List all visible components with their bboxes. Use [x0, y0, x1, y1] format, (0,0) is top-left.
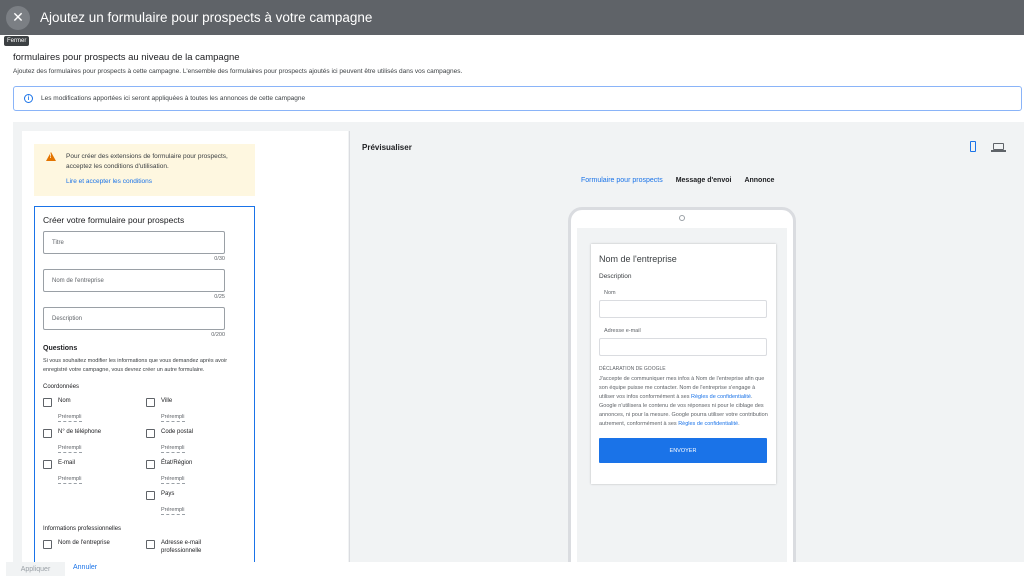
close-button[interactable]: ✕ [6, 5, 30, 30]
info-banner: i Les modifications apportées ici seront… [13, 86, 1022, 111]
checkbox-postal-code[interactable]: Code postal Prérempli [146, 428, 226, 454]
phone-frame: Nom de l'entreprise Description Nom Adre… [568, 207, 796, 563]
form-editor-panel: ! Pour créer des extensions de formulair… [22, 131, 348, 563]
apply-button[interactable]: Appliquer [6, 562, 65, 576]
preview-submit-button: ENVOYER [599, 438, 767, 463]
warning-icon: ! [46, 152, 56, 161]
accept-terms-link[interactable]: Lire et accepter les conditions [66, 178, 249, 185]
section-description: Ajoutez des formulaires pour prospects à… [13, 68, 463, 75]
business-info-title: Informations professionnelles [43, 526, 122, 532]
google-declaration-title: DÉCLARATION DE GOOGLE [599, 366, 666, 372]
checkbox[interactable] [43, 429, 52, 438]
checkbox-name[interactable]: Nom Prérempli [43, 397, 146, 423]
checkbox[interactable] [146, 540, 155, 549]
preview-title: Prévisualiser [362, 143, 412, 152]
dialog-title: Ajoutez un formulaire pour prospects à v… [40, 10, 373, 25]
lead-form-preview: Nom de l'entreprise Description Nom Adre… [591, 244, 776, 484]
section-title: formulaires pour prospects au niveau de … [13, 52, 240, 63]
checkbox-region[interactable]: État/Région Prérempli [146, 459, 226, 485]
info-banner-text: Les modifications apportées ici seront a… [41, 95, 306, 102]
preview-panel: Prévisualiser Formulaire pour prospects … [349, 131, 1019, 563]
checkbox[interactable] [146, 429, 155, 438]
questions-description: Si vous souhaitez modifier les informati… [43, 358, 228, 373]
checkbox[interactable] [43, 460, 52, 469]
questions-title: Questions [43, 345, 78, 352]
privacy-policy-link: Règles de confidentialité [691, 394, 751, 400]
close-icon: ✕ [12, 9, 24, 25]
checkbox[interactable] [146, 491, 155, 500]
camera-icon [679, 215, 685, 221]
checkbox-city[interactable]: Ville Prérempli [146, 397, 226, 423]
tab-submit-message[interactable]: Message d'envoi [676, 177, 732, 184]
desktop-view-icon[interactable] [991, 143, 1006, 152]
preview-tabs: Formulaire pour prospects Message d'envo… [581, 177, 774, 184]
form-title: Créer votre formulaire pour prospects [43, 215, 185, 225]
tab-ad[interactable]: Annonce [744, 177, 774, 184]
preview-email-label: Adresse e-mail [604, 328, 641, 334]
preview-email-field [599, 338, 767, 356]
phone-screen: Nom de l'entreprise Description Nom Adre… [577, 228, 787, 563]
grid-spacer [43, 490, 146, 516]
contact-info-title: Coordonnées [43, 384, 80, 390]
preview-description: Description [599, 273, 632, 280]
terms-warning: ! Pour créer des extensions de formulair… [34, 144, 255, 196]
checkbox[interactable] [43, 540, 52, 549]
tab-lead-form[interactable]: Formulaire pour prospects [581, 177, 663, 184]
checkbox-country[interactable]: Pays Prérempli [146, 490, 226, 516]
preview-name-label: Nom [604, 290, 616, 296]
close-tooltip: Fermer [4, 36, 30, 46]
checkbox[interactable] [146, 398, 155, 407]
privacy-policy-link: Règles de confidentialité [678, 421, 739, 427]
company-name-input[interactable]: Nom de l'entreprise [43, 269, 225, 292]
footer-bar [0, 562, 1024, 576]
checkbox-phone[interactable]: N° de téléphone Prérempli [43, 428, 146, 454]
company-name-counter: 0/25 [214, 294, 225, 300]
headline-input[interactable]: Titre [43, 231, 225, 254]
contact-checkbox-grid: Nom Prérempli Ville Prérempli N° de téléph… [43, 397, 246, 516]
preview-name-field [599, 300, 767, 318]
lead-form-card: Créer votre formulaire pour prospects Ti… [34, 206, 255, 563]
headline-counter: 0/30 [214, 256, 225, 262]
business-checkbox-grid: Nom de l'entreprise Adresse e-mail profe… [43, 539, 246, 555]
description-counter: 0/200 [211, 332, 225, 338]
checkbox-email[interactable]: E-mail Prérempli [43, 459, 146, 485]
checkbox[interactable] [146, 460, 155, 469]
checkbox-company-name[interactable]: Nom de l'entreprise [43, 539, 146, 555]
info-icon: i [24, 94, 33, 103]
cancel-button[interactable]: Annuler [73, 564, 97, 571]
preview-company-name: Nom de l'entreprise [599, 254, 677, 264]
checkbox-work-email[interactable]: Adresse e-mail professionnelle [146, 539, 226, 555]
dialog-header: ✕ Ajoutez un formulaire pour prospects à… [0, 0, 1024, 35]
google-declaration-text: J'accepte de communiquer mes infos à Nom… [599, 376, 768, 427]
description-input[interactable]: Description [43, 307, 225, 330]
mobile-view-icon[interactable] [970, 141, 976, 152]
terms-warning-text: Pour créer des extensions de formulaire … [66, 153, 228, 170]
checkbox[interactable] [43, 398, 52, 407]
